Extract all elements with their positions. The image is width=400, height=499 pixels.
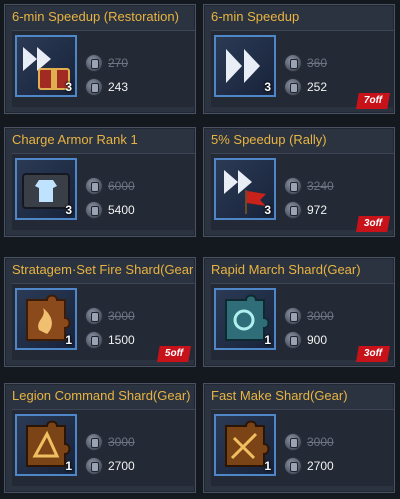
original-price: 3000: [108, 309, 135, 323]
coin-icon: [284, 457, 302, 475]
original-price: 3000: [307, 309, 334, 323]
coin-icon: [284, 307, 302, 325]
shop-item-card[interactable]: 5% Speedup (Rally) 3 3240 972 3off: [203, 127, 395, 237]
item-quantity: 1: [264, 333, 271, 347]
discount-badge: 7off: [356, 93, 390, 109]
original-price: 360: [307, 56, 328, 70]
original-price: 3000: [108, 435, 135, 449]
item-title: 6-min Speedup (Restoration): [12, 9, 179, 24]
coin-icon: [85, 307, 103, 325]
item-title: Stratagem·Set Fire Shard(Gear): [12, 262, 193, 277]
item-icon-frame[interactable]: 3: [15, 35, 77, 97]
coin-icon: [85, 331, 103, 349]
item-icon-frame[interactable]: 1: [214, 288, 276, 350]
original-price: 3240: [307, 179, 334, 193]
item-title: 6-min Speedup: [211, 9, 300, 24]
item-quantity: 1: [65, 333, 72, 347]
coin-icon: [284, 201, 302, 219]
sale-price: 900: [307, 333, 328, 347]
shop-item-card[interactable]: 6-min Speedup 3 360 252 7off: [203, 4, 395, 114]
item-quantity: 3: [264, 80, 271, 94]
item-icon-frame[interactable]: 1: [15, 288, 77, 350]
sale-price: 2700: [307, 459, 334, 473]
sale-price: 5400: [108, 203, 135, 217]
item-icon-frame[interactable]: 3: [15, 158, 77, 220]
coin-icon: [284, 331, 302, 349]
coin-icon: [284, 78, 302, 96]
item-icon-frame[interactable]: 3: [214, 158, 276, 220]
sale-price: 252: [307, 80, 328, 94]
original-price: 3000: [307, 435, 334, 449]
item-icon-frame[interactable]: 3: [214, 35, 276, 97]
item-title: Legion Command Shard(Gear): [12, 388, 191, 403]
sale-price: 243: [108, 80, 129, 94]
item-title: Rapid March Shard(Gear): [211, 262, 361, 277]
coin-icon: [284, 177, 302, 195]
item-quantity: 1: [264, 459, 271, 473]
coin-icon: [85, 54, 103, 72]
coin-icon: [85, 201, 103, 219]
item-icon-frame[interactable]: 1: [214, 414, 276, 476]
coin-icon: [284, 54, 302, 72]
coin-icon: [85, 78, 103, 96]
sale-price: 972: [307, 203, 328, 217]
item-title: 5% Speedup (Rally): [211, 132, 327, 147]
shop-item-card[interactable]: Charge Armor Rank 1 3 6000 5400: [4, 127, 196, 237]
sale-price: 2700: [108, 459, 135, 473]
discount-badge: 3off: [356, 216, 390, 232]
sale-price: 1500: [108, 333, 135, 347]
item-title: Fast Make Shard(Gear): [211, 388, 348, 403]
coin-icon: [284, 433, 302, 451]
discount-badge: 3off: [356, 346, 390, 362]
item-title: Charge Armor Rank 1: [12, 132, 138, 147]
shop-item-card[interactable]: Rapid March Shard(Gear) 1 3000 900 3off: [203, 257, 395, 367]
item-quantity: 1: [65, 459, 72, 473]
shop-item-card[interactable]: Stratagem·Set Fire Shard(Gear) 1 3000 15…: [4, 257, 196, 367]
item-quantity: 3: [65, 80, 72, 94]
item-quantity: 3: [264, 203, 271, 217]
original-price: 270: [108, 56, 129, 70]
coin-icon: [85, 177, 103, 195]
item-quantity: 3: [65, 203, 72, 217]
discount-badge: 5off: [157, 346, 191, 362]
shop-item-card[interactable]: Legion Command Shard(Gear) 1 3000 2700: [4, 383, 196, 493]
coin-icon: [85, 457, 103, 475]
item-icon-frame[interactable]: 1: [15, 414, 77, 476]
coin-icon: [85, 433, 103, 451]
shop-item-card[interactable]: 6-min Speedup (Restoration) 3 270 243: [4, 4, 196, 114]
original-price: 6000: [108, 179, 135, 193]
shop-item-card[interactable]: Fast Make Shard(Gear) 1 3000 2700: [203, 383, 395, 493]
